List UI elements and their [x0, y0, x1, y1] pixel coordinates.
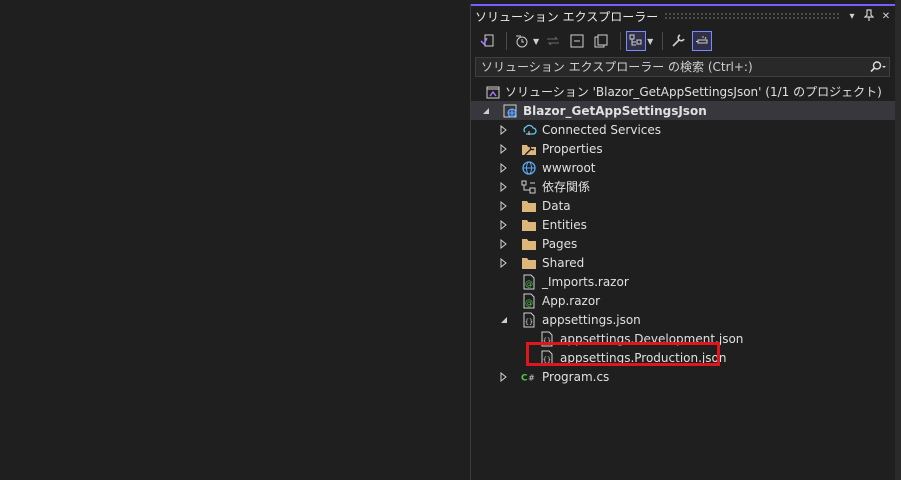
- toolbar-separator: [620, 32, 622, 50]
- tree-item-label: Shared: [542, 255, 585, 270]
- dependencies-icon: [521, 179, 537, 195]
- tree-item-label: App.razor: [542, 293, 601, 308]
- svg-text:@: @: [525, 279, 533, 288]
- collapsed-arrow-icon[interactable]: [499, 181, 509, 192]
- collapse-all-icon[interactable]: [567, 31, 587, 51]
- switch-views-button[interactable]: [477, 31, 497, 51]
- tree-row-dependencies[interactable]: 依存関係: [471, 177, 896, 196]
- tree-row-app-razor[interactable]: @ App.razor: [471, 291, 896, 310]
- csharp-file-icon: C #: [521, 369, 537, 385]
- collapsed-arrow-icon[interactable]: [499, 257, 509, 268]
- panel-titlebar: ソリューション エクスプローラー ▾ ✕: [471, 4, 896, 26]
- pending-changes-filter-button[interactable]: [512, 31, 532, 51]
- search-box[interactable]: [475, 57, 890, 77]
- titlebar-grip[interactable]: [664, 12, 839, 20]
- tree-item-label: Data: [542, 198, 571, 213]
- svg-text:@: @: [525, 298, 533, 307]
- tree-item-label: Connected Services: [542, 122, 662, 137]
- search-icon[interactable]: [867, 61, 889, 73]
- folder-icon: [521, 198, 537, 214]
- tree-row-wwwroot[interactable]: wwwroot: [471, 158, 896, 177]
- tree-row-appsettings-json[interactable]: {} appsettings.json: [471, 310, 896, 329]
- panel-toolbar: ▼ ▼: [471, 28, 896, 54]
- tree-row-solution[interactable]: ソリューション 'Blazor_GetAppSettingsJson' (1/1…: [471, 82, 896, 101]
- json-file-icon: {}: [521, 312, 537, 328]
- tree-row-shared[interactable]: Shared: [471, 253, 896, 272]
- chevron-down-icon[interactable]: ▼: [533, 37, 539, 46]
- solution-label: ソリューション 'Blazor_GetAppSettingsJson' (1/1…: [505, 85, 882, 99]
- scrollbar-track[interactable]: [895, 0, 901, 480]
- properties-wrench-icon[interactable]: [668, 31, 688, 51]
- preview-pin-icon[interactable]: [692, 31, 713, 51]
- collapsed-arrow-icon[interactable]: [499, 200, 509, 211]
- sync-with-active-document-icon[interactable]: [543, 31, 563, 51]
- folder-icon: [521, 236, 537, 252]
- tree-row-entities[interactable]: Entities: [471, 215, 896, 234]
- tree-item-label: Properties: [542, 141, 603, 156]
- toolbar-separator: [506, 32, 507, 50]
- tree-item-label: Pages: [542, 236, 578, 251]
- solution-tree: ソリューション 'Blazor_GetAppSettingsJson' (1/1…: [471, 82, 896, 386]
- tree-row-data[interactable]: Data: [471, 196, 896, 215]
- solution-explorer-panel: ソリューション エクスプローラー ▾ ✕ ▼ ▼ ソリューション エクスプローラ…: [470, 4, 896, 480]
- razor-file-icon: @: [521, 274, 537, 290]
- expanded-arrow-icon[interactable]: [499, 315, 509, 325]
- web-project-icon: [502, 103, 518, 119]
- tree-row-program-cs[interactable]: C # Program.cs: [471, 367, 896, 386]
- tree-item-label: wwwroot: [542, 160, 596, 175]
- chevron-down-icon[interactable]: ▼: [647, 37, 653, 46]
- collapsed-arrow-icon[interactable]: [499, 219, 509, 230]
- connected-services-icon: [521, 122, 537, 138]
- folder-icon: [521, 217, 537, 233]
- folder-icon: [521, 255, 537, 271]
- tree-row-pages[interactable]: Pages: [471, 234, 896, 253]
- tree-item-label: 依存関係: [542, 180, 591, 194]
- toolbar-separator: [662, 32, 664, 50]
- collapsed-arrow-icon[interactable]: [499, 143, 509, 154]
- collapsed-arrow-icon[interactable]: [499, 162, 509, 173]
- tree-item-label: _Imports.razor: [542, 274, 629, 289]
- globe-icon: [521, 160, 537, 176]
- project-label: Blazor_GetAppSettingsJson: [523, 103, 707, 118]
- tree-row-imports-razor[interactable]: @ _Imports.razor: [471, 272, 896, 291]
- collapsed-arrow-icon[interactable]: [499, 238, 509, 249]
- pin-icon[interactable]: [862, 8, 876, 24]
- expanded-arrow-icon[interactable]: [481, 106, 491, 116]
- svg-text:{}: {}: [525, 318, 533, 326]
- tree-row-connected-services[interactable]: Connected Services: [471, 120, 896, 139]
- window-position-dropdown-icon[interactable]: ▾: [845, 11, 859, 22]
- tree-row-properties[interactable]: Properties: [471, 139, 896, 158]
- tree-item-label: Entities: [542, 217, 587, 232]
- svg-text:C: C: [521, 373, 528, 383]
- search-input[interactable]: [476, 59, 867, 75]
- tree-item-label: Program.cs: [542, 369, 610, 384]
- preview-selected-items-icon[interactable]: [626, 31, 647, 51]
- svg-text:#: #: [528, 373, 535, 382]
- solution-icon: [485, 84, 501, 100]
- panel-title: ソリューション エクスプローラー: [475, 9, 659, 24]
- highlight-box: [526, 342, 720, 366]
- tree-item-label: appsettings.json: [542, 312, 641, 327]
- editor-empty-area: [0, 0, 470, 480]
- close-icon[interactable]: ✕: [879, 11, 893, 22]
- show-all-files-icon[interactable]: [591, 31, 611, 51]
- collapsed-arrow-icon[interactable]: [499, 371, 509, 382]
- collapsed-arrow-icon[interactable]: [499, 124, 509, 135]
- properties-folder-icon: [521, 141, 537, 157]
- razor-file-icon: @: [521, 293, 537, 309]
- tree-row-project[interactable]: Blazor_GetAppSettingsJson: [471, 101, 896, 120]
